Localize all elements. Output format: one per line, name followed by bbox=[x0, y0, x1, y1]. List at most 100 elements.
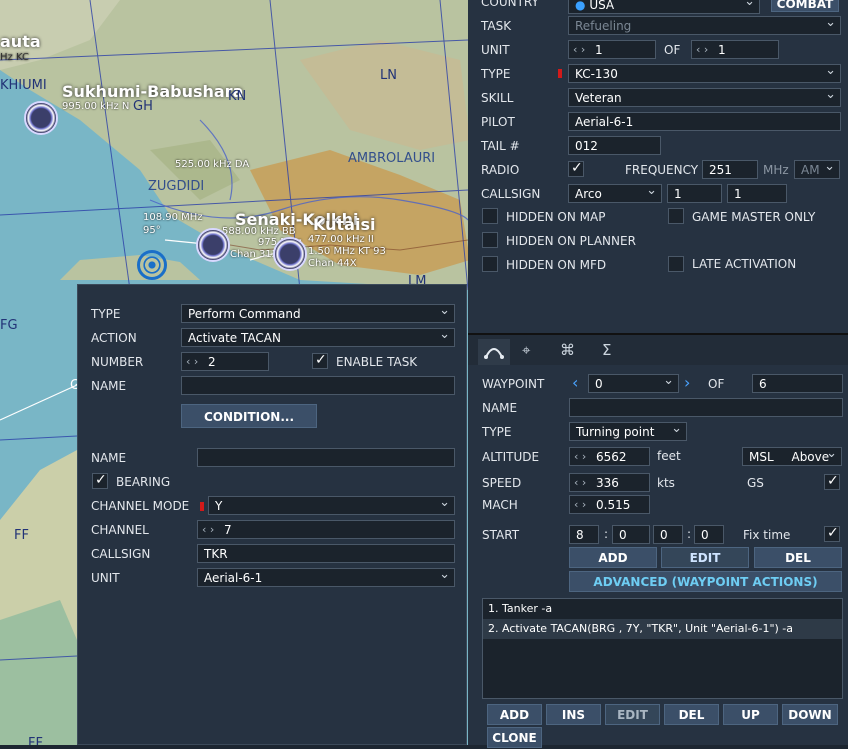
radio-label: RADIO bbox=[481, 163, 520, 177]
speed-stepper[interactable]: ‹ › 336 bbox=[569, 473, 650, 492]
list-item[interactable]: 1. Tanker -a bbox=[483, 599, 842, 619]
wp-edit-button[interactable]: EDIT bbox=[661, 547, 749, 568]
grid-label-ff-2: FF bbox=[28, 736, 43, 745]
game-master-only-label: GAME MASTER ONLY bbox=[692, 210, 816, 224]
fix-time-checkbox[interactable]: ✓ bbox=[824, 525, 840, 542]
waypoint-select[interactable]: 0 bbox=[588, 374, 679, 393]
type-label: TYPE bbox=[481, 67, 511, 81]
action-down-button[interactable]: DOWN bbox=[782, 704, 838, 725]
stepper-arrows-icon[interactable]: ‹ › bbox=[696, 43, 708, 56]
condition-button[interactable]: CONDITION... bbox=[181, 404, 317, 428]
tacan-beacon-icon[interactable] bbox=[137, 250, 167, 280]
action-add-button[interactable]: ADD bbox=[487, 704, 542, 725]
start-min-input[interactable]: 0 bbox=[653, 525, 683, 544]
start-day-input[interactable]: 8 bbox=[569, 525, 599, 544]
command-name-input[interactable] bbox=[197, 448, 455, 467]
game-master-only-checkbox[interactable] bbox=[668, 208, 684, 224]
tail-input[interactable]: 012 bbox=[568, 136, 661, 155]
frequency-input[interactable]: 251 bbox=[702, 160, 758, 179]
stepper-arrows-icon[interactable]: ‹ › bbox=[574, 498, 586, 511]
action-type-select[interactable]: Perform Command bbox=[181, 304, 455, 323]
gs-checkbox[interactable]: ✓ bbox=[824, 473, 840, 490]
channel-mode-select[interactable]: Y bbox=[208, 496, 455, 515]
tacan-callsign-input[interactable]: TKR bbox=[197, 544, 455, 563]
hidden-on-map-checkbox[interactable] bbox=[482, 208, 498, 224]
skill-select[interactable]: Veteran bbox=[568, 88, 841, 107]
wp-name-input[interactable] bbox=[569, 398, 843, 417]
action-ins-button[interactable]: INS bbox=[546, 704, 601, 725]
list-item[interactable]: 2. Activate TACAN(BRG , 7Y, "TKR", Unit … bbox=[483, 619, 842, 639]
enable-task-checkbox[interactable]: ✓ bbox=[312, 352, 328, 369]
checkmark-icon: ✓ bbox=[827, 525, 839, 541]
modulation-select[interactable]: AM bbox=[794, 160, 840, 179]
action-action-select[interactable]: Activate TACAN bbox=[181, 328, 455, 347]
unit-label: UNIT bbox=[481, 43, 510, 57]
start-hour-input[interactable]: 0 bbox=[612, 525, 650, 544]
wp-add-button[interactable]: ADD bbox=[569, 547, 657, 568]
action-name-label: NAME bbox=[91, 379, 127, 393]
altitude-unit: feet bbox=[657, 449, 681, 463]
callsign-number-2[interactable]: 1 bbox=[727, 184, 787, 203]
unit-of-stepper[interactable]: ‹ › 1 bbox=[691, 40, 779, 59]
tacan-unit-select[interactable]: Aerial-6-1 bbox=[197, 568, 455, 587]
action-edit-button[interactable]: EDIT bbox=[605, 704, 660, 725]
required-marker-icon bbox=[200, 502, 204, 511]
target-icon[interactable]: ⌖ bbox=[522, 341, 530, 359]
stepper-arrows-icon[interactable]: ‹ › bbox=[573, 43, 585, 56]
time-separator: : bbox=[687, 527, 692, 541]
checkmark-icon: ✓ bbox=[827, 473, 839, 489]
bearing-checkbox[interactable]: ✓ bbox=[92, 472, 108, 489]
map-label-gauta: auta bbox=[0, 32, 41, 51]
next-waypoint-icon[interactable]: › bbox=[684, 373, 690, 392]
action-type-label: TYPE bbox=[91, 307, 121, 321]
late-activation-checkbox[interactable] bbox=[668, 256, 684, 272]
wp-del-button[interactable]: DEL bbox=[754, 547, 842, 568]
gear-icon[interactable]: ⌘ bbox=[560, 341, 575, 359]
hidden-on-planner-label: HIDDEN ON PLANNER bbox=[506, 234, 636, 248]
action-del-button[interactable]: DEL bbox=[664, 704, 719, 725]
gs-label: GS bbox=[747, 476, 764, 490]
pilot-input[interactable]: Aerial-6-1 bbox=[568, 112, 841, 131]
checkmark-icon: ✓ bbox=[571, 160, 583, 176]
hidden-on-mfd-checkbox[interactable] bbox=[482, 256, 498, 272]
airfield-icon-sukhumi[interactable] bbox=[24, 101, 58, 135]
task-select[interactable]: Refueling bbox=[568, 16, 841, 35]
altitude-ref-select[interactable]: MSL Above bbox=[742, 447, 842, 466]
action-panel: TYPE Perform Command ACTION Activate TAC… bbox=[77, 284, 467, 745]
speed-label: SPEED bbox=[482, 476, 522, 490]
stepper-arrows-icon[interactable]: ‹ › bbox=[202, 523, 214, 536]
channel-stepper[interactable]: ‹ › 7 bbox=[197, 520, 455, 539]
prev-waypoint-icon[interactable]: ‹ bbox=[572, 373, 578, 392]
stepper-arrows-icon[interactable]: ‹ › bbox=[574, 476, 586, 489]
wp-type-select[interactable]: Turning point bbox=[569, 422, 687, 441]
unit-value: 1 bbox=[595, 43, 603, 57]
route-icon[interactable] bbox=[478, 339, 510, 365]
airfield-icon-senaki[interactable] bbox=[196, 228, 230, 262]
action-list[interactable]: 1. Tanker -a 2. Activate TACAN(BRG , 7Y,… bbox=[482, 598, 843, 699]
callsign-select[interactable]: Arco bbox=[568, 184, 662, 203]
country-select[interactable]: ● USA bbox=[568, 0, 760, 14]
tab-bar: ⌖ ⌘ Σ bbox=[468, 335, 848, 365]
callsign-number-1[interactable]: 1 bbox=[667, 184, 722, 203]
skill-label: SKILL bbox=[481, 91, 514, 105]
action-up-button[interactable]: UP bbox=[723, 704, 778, 725]
action-number-stepper[interactable]: ‹ › 2 bbox=[181, 352, 269, 371]
late-activation-label: LATE ACTIVATION bbox=[692, 257, 797, 271]
type-select[interactable]: KC-130 bbox=[568, 64, 841, 83]
wp-name-label: NAME bbox=[482, 401, 518, 415]
altitude-stepper[interactable]: ‹ › 6562 bbox=[569, 447, 650, 466]
sigma-icon[interactable]: Σ bbox=[602, 341, 611, 359]
airfield-icon-kutaisi[interactable] bbox=[273, 237, 307, 271]
tacan-unit-label: UNIT bbox=[91, 571, 120, 585]
advanced-waypoint-actions-button[interactable]: ADVANCED (WAYPOINT ACTIONS) bbox=[569, 571, 842, 592]
unit-stepper[interactable]: ‹ › 1 bbox=[568, 40, 656, 59]
combat-button[interactable]: COMBAT bbox=[771, 0, 839, 12]
stepper-arrows-icon[interactable]: ‹ › bbox=[574, 450, 586, 463]
mach-stepper[interactable]: ‹ › 0.515 bbox=[569, 495, 650, 514]
stepper-arrows-icon[interactable]: ‹ › bbox=[186, 355, 198, 368]
start-sec-input[interactable]: 0 bbox=[694, 525, 724, 544]
action-name-input[interactable] bbox=[181, 376, 455, 395]
bearing-label: BEARING bbox=[116, 475, 171, 489]
hidden-on-planner-checkbox[interactable] bbox=[482, 232, 498, 248]
radio-checkbox[interactable]: ✓ bbox=[568, 160, 584, 177]
